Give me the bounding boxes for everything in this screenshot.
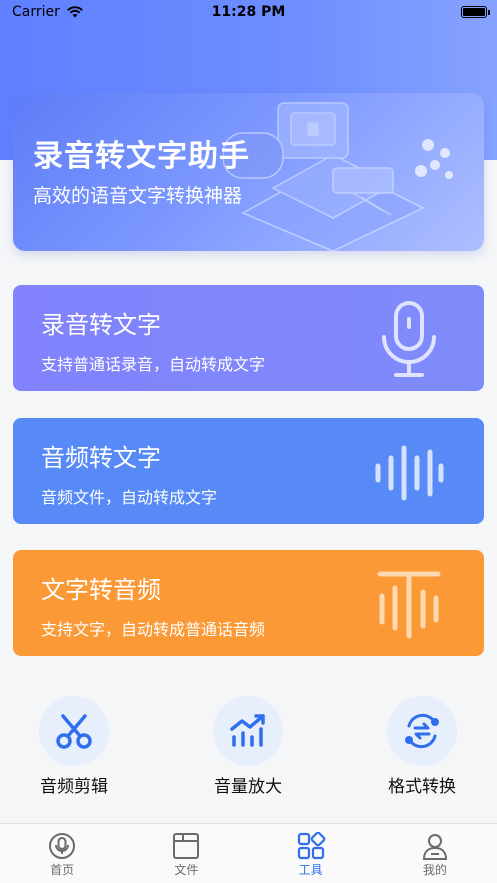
- home-mic-icon: [49, 833, 76, 859]
- card-text-to-audio[interactable]: 文字转音频 支持文字，自动转成普通话音频: [13, 550, 484, 656]
- convert-icon: [405, 713, 439, 749]
- tab-files[interactable]: 文件: [124, 824, 248, 883]
- banner-subtitle: 高效的语音文字转换神器: [33, 185, 243, 207]
- card-title: 录音转文字: [41, 311, 161, 339]
- volume-up-chart-icon: [230, 714, 265, 747]
- text-audio-icon: [377, 571, 441, 639]
- tool-label: 音频剪辑: [40, 777, 108, 797]
- bottom-tab-bar: 首页 文件 工具 我的: [0, 823, 497, 883]
- card-title: 音频转文字: [41, 444, 161, 472]
- status-time: 11:28 PM: [211, 4, 286, 20]
- banner-illustration: [223, 102, 453, 251]
- tool-icon-circle: [387, 696, 457, 766]
- folder-icon: [173, 833, 200, 859]
- tool-icon-circle: [39, 696, 109, 766]
- user-icon: [422, 834, 447, 860]
- tool-label: 音量放大: [214, 777, 282, 797]
- card-audio-to-text[interactable]: 音频转文字 音频文件，自动转成文字: [13, 418, 484, 524]
- tool-volume-boost[interactable]: 音量放大: [188, 696, 308, 797]
- scissors-icon: [56, 714, 92, 749]
- tab-label: 文件: [174, 863, 199, 877]
- tool-audio-cut[interactable]: 音频剪辑: [14, 696, 134, 797]
- card-description: 支持文字，自动转成普通话音频: [41, 620, 266, 639]
- sound-wave-icon: [375, 445, 444, 501]
- tab-label: 我的: [422, 863, 447, 877]
- hero-banner[interactable]: 录音转文字助手 高效的语音文字转换神器: [13, 93, 484, 251]
- card-description: 支持普通话录音，自动转成文字: [41, 355, 266, 374]
- tool-icon-circle: [213, 696, 283, 766]
- tool-label: 格式转换: [388, 777, 456, 797]
- tools-grid-icon: [297, 832, 325, 860]
- card-description: 音频文件，自动转成文字: [41, 488, 218, 507]
- microphone-icon: [382, 301, 436, 377]
- tab-home[interactable]: 首页: [0, 824, 124, 883]
- card-title: 文字转音频: [41, 576, 161, 604]
- battery-icon: [461, 6, 490, 18]
- tab-tools[interactable]: 工具: [249, 824, 373, 883]
- tool-format-convert[interactable]: 格式转换: [362, 696, 482, 797]
- tab-label: 工具: [298, 863, 323, 877]
- status-bar: Carrier 11:28 PM: [0, 0, 497, 26]
- banner-title: 录音转文字助手: [33, 139, 250, 174]
- tab-label: 首页: [50, 863, 75, 877]
- card-record-to-text[interactable]: 录音转文字 支持普通话录音，自动转成文字: [13, 285, 484, 391]
- tab-mine[interactable]: 我的: [373, 824, 497, 883]
